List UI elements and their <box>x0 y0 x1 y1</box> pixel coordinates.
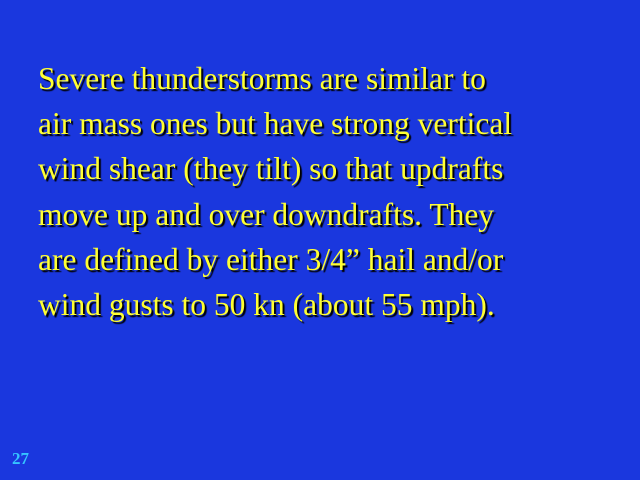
slide-number: 27 <box>12 449 29 468</box>
slide: { "slide": { "body_lines": [ "Severe thu… <box>0 0 640 480</box>
body-line-3: wind shear (they tilt) so that updrafts <box>38 151 504 187</box>
body-line-1: Severe thunderstorms are similar to <box>38 61 486 96</box>
body-line-6: wind gusts to 50 kn (about 55 mph). <box>38 287 495 323</box>
body-line-4: move up and over downdrafts. They <box>38 196 495 232</box>
body-line-5: are defined by either 3/4” hail and/or <box>38 241 504 277</box>
slide-body-text: Severe thunderstorms are similar to air … <box>38 56 618 327</box>
body-line-2: air mass ones but have strong vertical <box>38 106 513 142</box>
